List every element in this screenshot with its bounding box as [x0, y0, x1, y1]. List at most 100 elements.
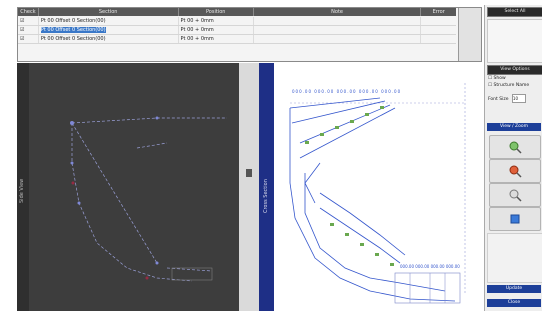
green-marker	[350, 120, 354, 123]
green-marker	[335, 126, 339, 129]
column-header-position[interactable]: Position	[179, 8, 254, 16]
dimension-label: 000.00	[336, 89, 357, 94]
profile-node	[155, 261, 159, 265]
row-position: Pt 00 + 0mm	[179, 26, 254, 34]
profile-node	[70, 121, 74, 125]
row-note	[254, 17, 422, 25]
cross-section-drawing	[289, 83, 466, 304]
select-all-button[interactable]: Select All	[487, 7, 542, 17]
row-error	[421, 17, 456, 25]
table-scrollbar[interactable]	[458, 8, 481, 61]
profile-line-left	[71, 123, 193, 282]
row-checkbox[interactable]: ☑	[18, 17, 39, 25]
green-marker	[320, 133, 324, 136]
row-section-text: Pt 00 Offset 0 Section(00)	[40, 27, 106, 33]
column-header-label: Check	[20, 9, 36, 15]
update-button[interactable]: Update	[487, 285, 541, 293]
dimension-label: 000.00	[314, 89, 335, 94]
top-blank-area	[487, 19, 542, 63]
section-table: Check Section Position Note Error ☑ Pt 0…	[17, 7, 482, 62]
close-button[interactable]: Close	[487, 299, 541, 307]
cross-section-ruler: Cross Section	[259, 63, 274, 311]
green-marker	[375, 253, 379, 256]
font-size-label: Font Size	[488, 97, 509, 102]
profile-node	[70, 161, 74, 165]
splitter-handle[interactable]	[239, 63, 259, 311]
marker-dot	[145, 276, 149, 280]
dimension-label: 000.00	[358, 89, 379, 94]
column-header-label: Note	[331, 9, 343, 15]
top-dimension-labels: 000.00 000.00 000.00 000.00 000.00	[292, 89, 401, 94]
column-header-error[interactable]: Error	[421, 8, 456, 16]
view-zoom-header: View / Zoom	[487, 123, 541, 131]
zoom-fit-icon	[509, 189, 522, 202]
green-marker	[360, 243, 364, 246]
row-error	[421, 35, 456, 43]
zoom-out-button[interactable]	[489, 159, 541, 183]
green-marker	[380, 106, 384, 109]
column-header-label: Error	[432, 9, 445, 15]
row-note	[254, 35, 422, 43]
zoom-out-icon	[509, 165, 522, 178]
show-option[interactable]: ☐ Show	[488, 76, 506, 82]
row-section-text: Pt 00 Offset 0 Section(00)	[40, 36, 106, 42]
column-header-check[interactable]: Check	[18, 8, 39, 16]
splitter-grip-icon	[246, 169, 252, 177]
row-section: Pt 00 Offset 0 Section(00)	[39, 26, 179, 34]
band-line	[299, 107, 396, 159]
table-row[interactable]: ☑ Pt 00 Offset 0 Section(00) Pt 00 + 0mm	[18, 17, 456, 26]
table-header: Check Section Position Note Error	[18, 8, 456, 16]
cross-section-label: Cross Section	[263, 179, 269, 213]
view-options-header: View Options	[487, 65, 542, 75]
zoom-in-button[interactable]	[489, 135, 541, 159]
right-panel: Select All View Options ☐ Show ☐ Structu…	[484, 5, 542, 311]
profile-line-short	[136, 142, 168, 149]
dimension-label: 000.00	[400, 264, 414, 269]
profile-line-top	[71, 117, 227, 124]
pan-button[interactable]	[489, 207, 541, 231]
dimension-label: 000.00	[292, 89, 312, 94]
font-size-row: Font Size 10	[488, 94, 526, 104]
column-header-label: Position	[205, 9, 226, 15]
side-view-label: Side View	[19, 178, 25, 203]
inner-line	[319, 207, 401, 264]
band-line	[291, 100, 386, 124]
zoom-in-icon	[509, 141, 522, 154]
cross-section-canvas[interactable]: 000.00 000.00 000.00 000.00 000.00 000.0…	[259, 63, 482, 311]
profile-node	[77, 201, 81, 205]
hook-line	[304, 162, 321, 204]
dimension-label: 000.00	[381, 89, 402, 94]
marker-dot	[71, 181, 75, 185]
green-marker	[305, 141, 309, 144]
row-section-text: Pt 00 Offset 0 Section(00)	[40, 18, 106, 24]
row-checkbox[interactable]: ☑	[18, 26, 39, 34]
profile-line-diagonal	[71, 122, 158, 264]
checkbox-icon[interactable]: ☐	[488, 76, 492, 81]
row-position: Pt 00 + 0mm	[179, 35, 254, 43]
column-header-section[interactable]: Section	[39, 8, 179, 16]
green-marker	[345, 233, 349, 236]
green-marker	[330, 223, 334, 226]
column-header-note[interactable]: Note	[254, 8, 422, 16]
table-row-selected[interactable]: ☑ Pt 00 Offset 0 Section(00) Pt 00 + 0mm	[18, 26, 456, 35]
green-marker	[365, 113, 369, 116]
profile-line-bottom	[166, 267, 213, 272]
row-section: Pt 00 Offset 0 Section(00)	[39, 17, 179, 25]
row-position: Pt 00 + 0mm	[179, 17, 254, 25]
show-option-label: Show	[493, 76, 506, 81]
row-section: Pt 00 Offset 0 Section(00)	[39, 35, 179, 43]
structure-name-option[interactable]: ☐ Structure Name	[488, 83, 529, 89]
bottom-blank-area	[487, 233, 542, 283]
side-view-drawing	[70, 116, 227, 282]
column-header-label: Section	[98, 9, 118, 15]
row-checkbox[interactable]: ☑	[18, 35, 39, 43]
table-row[interactable]: ☑ Pt 00 Offset 0 Section(00) Pt 00 + 0mm	[18, 35, 456, 44]
side-view-canvas[interactable]	[17, 63, 239, 311]
row-note	[254, 26, 422, 34]
zoom-fit-button[interactable]	[489, 183, 541, 207]
pan-icon	[510, 214, 520, 224]
dimension-label: 000.00	[430, 264, 445, 269]
font-size-input[interactable]: 10	[511, 94, 526, 103]
checkbox-icon[interactable]: ☐	[488, 83, 492, 88]
green-marker	[390, 263, 394, 266]
